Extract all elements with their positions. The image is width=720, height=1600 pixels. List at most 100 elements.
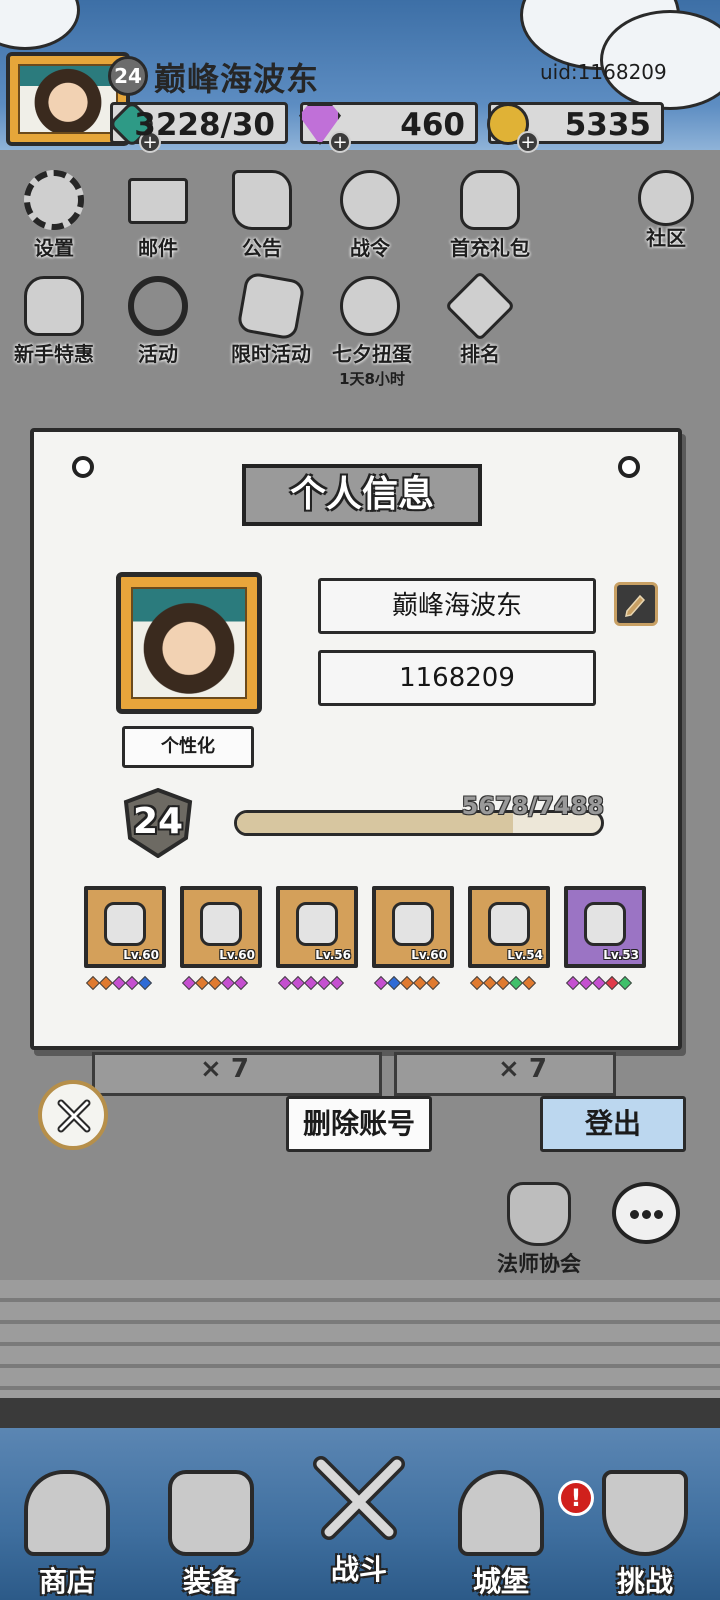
gem-resource[interactable]: + 460 <box>299 102 478 153</box>
gem-slots <box>85 975 153 992</box>
equipment-slot[interactable]: Lv.56 <box>276 886 358 968</box>
gacha-coin-icon <box>340 276 400 336</box>
equipment-level: Lv.60 <box>411 948 447 962</box>
equipment-slot[interactable]: Lv.54 <box>468 886 550 968</box>
envelope-icon <box>128 178 188 224</box>
gem-icon <box>233 975 249 991</box>
nav-label: 装备 <box>182 1565 239 1598</box>
logout-button[interactable]: 登出 <box>540 1096 686 1152</box>
gem-slots <box>373 975 441 992</box>
add-gold-button[interactable]: + <box>517 131 539 153</box>
hourglass-icon <box>236 271 306 341</box>
chat-button[interactable] <box>612 1182 680 1244</box>
pin-icon <box>72 456 94 478</box>
energy-resource[interactable]: + 3228/30 <box>107 99 288 153</box>
equipment-slot[interactable]: Lv.53 <box>564 886 646 968</box>
amulet-icon <box>584 902 626 946</box>
gem-icon <box>329 975 345 991</box>
menu-label: 活动 <box>138 342 178 366</box>
player-uid: uid:1168209 <box>540 60 667 84</box>
menu-ranking[interactable]: 排名 <box>430 270 530 376</box>
level-number: 24 <box>132 801 184 842</box>
portrait-face <box>131 587 247 699</box>
menu-label: 战令 <box>350 236 390 260</box>
menu-community[interactable]: 社区 <box>616 170 716 270</box>
castle-hat-icon <box>458 1470 544 1556</box>
nav-battle[interactable]: 战斗 <box>304 1456 414 1600</box>
reward-count: × 7 <box>498 1054 547 1084</box>
menu-label: 公告 <box>242 236 282 260</box>
menu-limited-events[interactable]: 限时活动 <box>216 271 326 376</box>
customize-button[interactable]: 个性化 <box>122 726 254 768</box>
equipment-slot[interactable]: Lv.60 <box>84 886 166 968</box>
nav-challenge[interactable]: 挑战 <box>590 1470 700 1600</box>
bracer-icon <box>392 902 434 946</box>
nav-equipment[interactable]: 装备 <box>156 1470 266 1600</box>
chat-dot <box>642 1210 651 1219</box>
menu-mail[interactable]: 邮件 <box>108 170 208 270</box>
gear-icon <box>24 170 84 230</box>
player-name-field: 巅峰海波东 <box>318 578 596 634</box>
gem-icon <box>425 975 441 991</box>
personal-info-dialog: 个人信息 个性化 巅峰海波东 1168209 24 5678/7488 Lv.6… <box>30 428 682 1050</box>
chat-dot <box>654 1210 663 1219</box>
menu-label: 首充礼包 <box>450 236 530 260</box>
delete-account-button[interactable]: 删除账号 <box>286 1096 432 1152</box>
backpack-icon <box>168 1470 254 1556</box>
menu-label: 限时活动 <box>231 342 311 366</box>
dialog-title: 个人信息 <box>242 464 482 526</box>
menu-events[interactable]: 活动 <box>108 276 208 376</box>
gacha-timer: 1天8小时 <box>339 370 405 388</box>
player-portrait <box>116 572 262 714</box>
alert-badge: ! <box>558 1480 594 1516</box>
mage-guild-button[interactable]: 法师协会 <box>484 1182 594 1278</box>
reward-count: × 7 <box>200 1054 249 1084</box>
home-icon <box>638 170 694 226</box>
pin-icon <box>618 456 640 478</box>
nav-label: 战斗 <box>330 1553 387 1586</box>
level-shield-badge: 24 <box>120 788 196 858</box>
menu-newbie-deal[interactable]: 新手特惠 <box>4 276 104 376</box>
menu-label: 排名 <box>460 342 500 366</box>
nav-shop[interactable]: 商店 <box>12 1470 122 1600</box>
equipment-level: Lv.56 <box>315 948 351 962</box>
menu-label: 七夕扭蛋 <box>332 342 412 366</box>
shop-hut-icon <box>24 1470 110 1556</box>
equipment-level: Lv.54 <box>507 948 543 962</box>
equipment-level: Lv.60 <box>219 948 255 962</box>
edit-name-button[interactable] <box>614 582 658 626</box>
player-level-badge: 24 <box>108 56 148 96</box>
menu-label: 新手特惠 <box>14 342 94 366</box>
road <box>0 1280 720 1400</box>
player-name: 巅峰海波东 <box>154 60 320 98</box>
gem-value: 460 <box>400 107 465 143</box>
equipment-level: Lv.53 <box>603 948 639 962</box>
menu-label: 邮件 <box>138 236 178 260</box>
crossed-swords-icon <box>309 1452 409 1552</box>
equipment-level: Lv.60 <box>123 948 159 962</box>
crystal-ball-icon <box>340 170 400 230</box>
menu-battle-pass[interactable]: 战令 <box>320 170 420 270</box>
equipment-slot[interactable]: Lv.60 <box>372 886 454 968</box>
helmet-icon <box>104 902 146 946</box>
nav-label: 城堡 <box>472 1565 529 1598</box>
menu-first-recharge[interactable]: 首充礼包 <box>430 170 550 270</box>
nav-castle[interactable]: 城堡 <box>446 1470 556 1600</box>
add-gems-button[interactable]: + <box>329 131 351 153</box>
menu-settings[interactable]: 设置 <box>4 170 104 270</box>
boots-icon <box>296 902 338 946</box>
gift-bag-icon <box>24 276 84 336</box>
nav-label: 商店 <box>38 1565 95 1598</box>
menu-gacha[interactable]: 七夕扭蛋 1天8小时 <box>320 276 424 388</box>
gem-slots <box>565 975 633 992</box>
menu-announcement[interactable]: 公告 <box>212 170 312 270</box>
gem-icon <box>137 975 153 991</box>
scroll-icon <box>232 170 292 230</box>
shield-emblem-icon <box>602 1470 688 1556</box>
close-button[interactable] <box>38 1080 108 1150</box>
exp-text: 5678/7488 <box>461 792 604 820</box>
gold-resource[interactable]: + 5335 <box>487 102 664 153</box>
menu-label: 设置 <box>34 236 74 260</box>
gold-value: 5335 <box>564 107 651 143</box>
equipment-slot[interactable]: Lv.60 <box>180 886 262 968</box>
